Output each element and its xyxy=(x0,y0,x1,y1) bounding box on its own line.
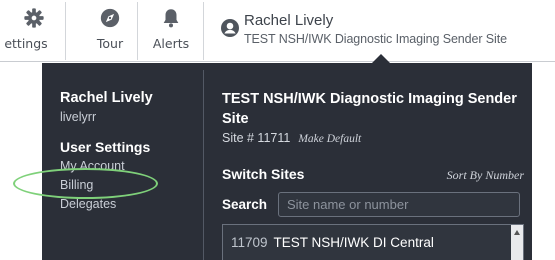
user-icon xyxy=(220,18,240,38)
site-list-item[interactable]: 11709 TEST NSH/IWK DI Central xyxy=(231,235,434,250)
tour-label: Tour xyxy=(96,36,124,51)
menu-username: livelyrr xyxy=(60,110,97,124)
user-menu-toggle[interactable]: Rachel Lively TEST NSH/IWK Diagnostic Im… xyxy=(220,6,507,56)
settings-label: ettings xyxy=(4,36,48,51)
bell-icon xyxy=(159,6,183,30)
switch-sites-heading: Switch Sites xyxy=(222,166,305,182)
site-search-row: Search xyxy=(222,192,524,217)
site-title: TEST NSH/IWK Diagnostic Imaging Sender S… xyxy=(222,91,517,127)
user-settings-column: Rachel Lively livelyrr User Settings My … xyxy=(60,90,153,211)
my-account-link[interactable]: My Account xyxy=(60,159,153,173)
dropdown-caret xyxy=(372,54,390,63)
delegates-link[interactable]: Delegates xyxy=(60,197,153,211)
nav-divider xyxy=(203,2,204,60)
nav-divider xyxy=(137,2,138,60)
search-label: Search xyxy=(222,197,268,212)
tour-nav-button[interactable]: Tour xyxy=(90,4,130,60)
site-info-column: TEST NSH/IWK Diagnostic Imaging Sender S… xyxy=(222,89,527,145)
scroll-up-arrow-icon[interactable] xyxy=(514,230,520,235)
alerts-nav-button[interactable]: Alerts xyxy=(147,4,195,60)
billing-link[interactable]: Billing xyxy=(60,178,153,192)
site-list-scrollbar[interactable] xyxy=(511,225,523,260)
site-number: Site # 11711 xyxy=(222,131,291,145)
site-code: 11709 xyxy=(231,235,268,250)
sort-by-number-link[interactable]: Sort By Number xyxy=(447,168,524,183)
user-name: Rachel Lively xyxy=(244,12,334,29)
compass-icon xyxy=(98,6,122,30)
site-list: 11709 TEST NSH/IWK DI Central xyxy=(222,224,524,260)
alerts-label: Alerts xyxy=(152,36,190,51)
user-settings-heading: User Settings xyxy=(60,139,151,155)
site-search-input[interactable] xyxy=(278,192,520,217)
gear-icon xyxy=(22,6,46,30)
menu-user-name: Rachel Lively xyxy=(60,90,153,106)
panel-divider xyxy=(203,70,204,260)
site-list-name: TEST NSH/IWK DI Central xyxy=(273,235,434,250)
make-default-link[interactable]: Make Default xyxy=(298,133,361,145)
settings-nav-button[interactable]: ettings xyxy=(4,4,58,60)
current-site-name: TEST NSH/IWK Diagnostic Imaging Sender S… xyxy=(244,32,507,46)
switch-sites-header: Switch Sites Sort By Number xyxy=(222,166,524,183)
nav-divider xyxy=(65,2,66,60)
top-nav-bar: ettings Tour Alerts Rachel Lively TEST N… xyxy=(0,0,555,63)
